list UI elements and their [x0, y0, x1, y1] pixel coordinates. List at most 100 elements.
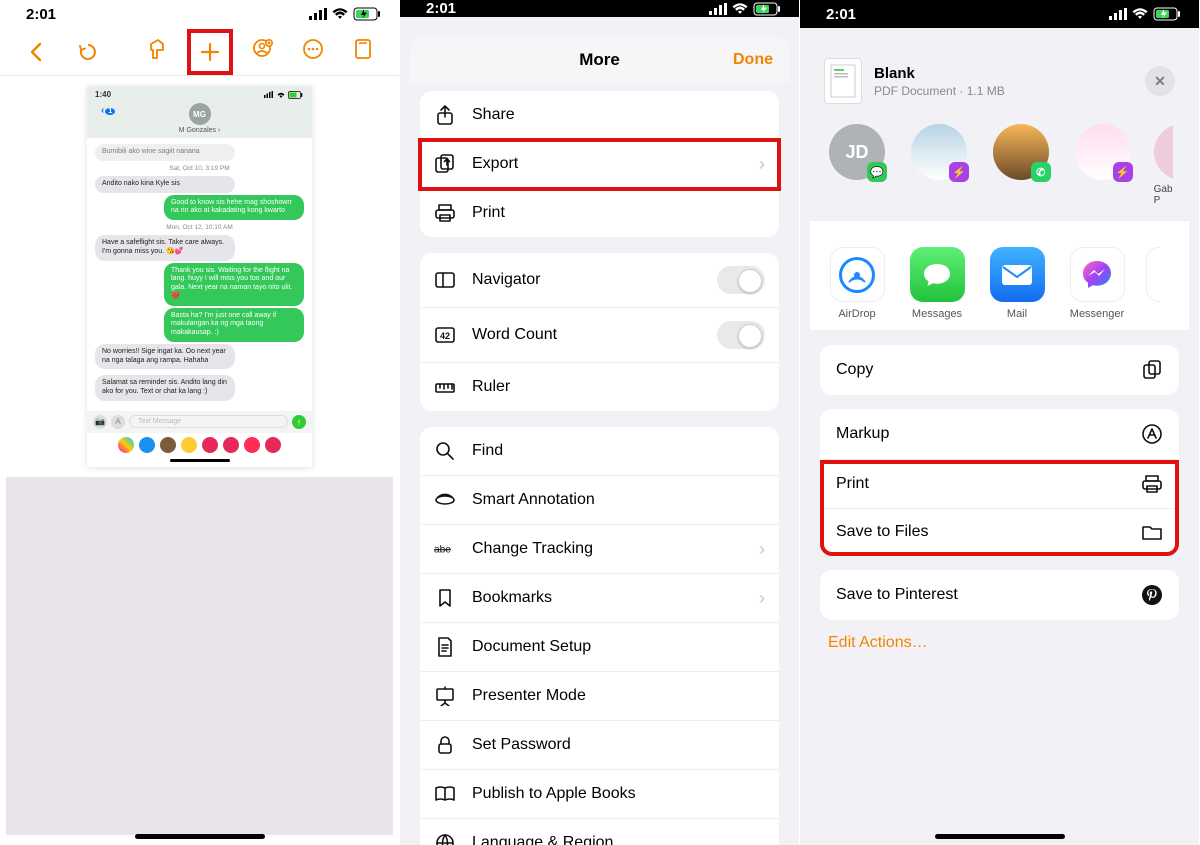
add-button[interactable] [189, 31, 231, 73]
action-files[interactable]: Save to Files [820, 509, 1179, 556]
signal-icon [1109, 8, 1127, 20]
action-pinterest[interactable]: Save to Pinterest [820, 570, 1179, 620]
menu-row-ruler[interactable]: Ruler [420, 363, 779, 411]
share-app-airdrop[interactable]: AirDrop [826, 247, 888, 320]
menu-row-doc-setup[interactable]: Document Setup [420, 623, 779, 672]
msg-bubble: Salamat sa reminder sis. Andito lang din… [95, 375, 235, 401]
menu-label: Export [472, 155, 518, 173]
share-contact-partial[interactable]: GabP [1154, 124, 1173, 206]
share-contact[interactable]: JD💬 [826, 124, 888, 206]
menu-label: Print [472, 204, 505, 222]
edit-actions-link[interactable]: Edit Actions… [810, 620, 1189, 666]
app-icon: ⋮ [1146, 247, 1160, 302]
status-time: 2:01 [826, 6, 856, 23]
wifi-icon [732, 3, 748, 15]
action-print[interactable]: Print [820, 460, 1179, 509]
menu-row-smart-annotation[interactable]: Smart Annotation [420, 476, 779, 525]
tray-icon [160, 437, 176, 453]
chevron-right-icon: › [759, 588, 765, 609]
inner-back-icon: ‹1 [101, 105, 115, 116]
tray-icon [265, 437, 281, 453]
action-markup[interactable]: Markup [820, 409, 1179, 460]
send-icon: ↑ [292, 415, 306, 429]
menu-row-wordcount[interactable]: 42 Word Count [420, 308, 779, 363]
status-time: 2:01 [426, 0, 456, 17]
globe-icon [434, 832, 456, 845]
menu-row-navigator[interactable]: Navigator [420, 253, 779, 308]
menu-label: Document Setup [472, 638, 591, 656]
home-indicator[interactable] [135, 834, 265, 839]
undo-button[interactable] [70, 34, 106, 70]
panel-button[interactable] [345, 31, 381, 67]
contact-avatar: ⚡ [911, 124, 967, 180]
more-button[interactable] [295, 31, 331, 67]
msg-input-bar: 📷 A Text Message ↑ [87, 411, 312, 433]
contact-avatar: JD💬 [829, 124, 885, 180]
contacts-row[interactable]: JD💬 ⚡ ✆ ⚡ GabP [810, 118, 1189, 220]
toggle[interactable] [717, 266, 765, 294]
close-button[interactable]: ✕ [1145, 66, 1175, 96]
status-bar: 2:01 [400, 0, 799, 17]
menu-label: Navigator [472, 271, 540, 289]
action-group-copy: Copy [820, 345, 1179, 395]
status-icons [309, 7, 381, 21]
menu-row-export[interactable]: Export › [420, 140, 779, 189]
canvas-empty-area[interactable] [6, 477, 393, 835]
menu-row-bookmarks[interactable]: Bookmarks› [420, 574, 779, 623]
copy-icon [1141, 359, 1163, 381]
tray-icon [202, 437, 218, 453]
menu-label: Find [472, 442, 503, 460]
doc-title: Blank [874, 65, 1005, 82]
action-copy[interactable]: Copy [820, 345, 1179, 395]
chevron-right-icon: › [759, 154, 765, 175]
share-contact[interactable]: ✆ [990, 124, 1052, 206]
menu-label: Share [472, 106, 515, 124]
apps-row[interactable]: AirDrop Messages Mail Messenger ⋮ [810, 220, 1189, 331]
menu-row-presenter[interactable]: Presenter Mode [420, 672, 779, 721]
doc-header: Blank PDF Document · 1.1 MB ✕ [810, 48, 1189, 118]
phone-3: 2:01 Blank PDF Document · 1.1 MB ✕ JD💬 ⚡ ✆… [800, 0, 1200, 845]
share-app-messenger[interactable]: Messenger [1066, 247, 1128, 320]
done-button[interactable]: Done [733, 51, 773, 69]
ruler-icon [434, 376, 456, 398]
menu-row-share[interactable]: Share [420, 91, 779, 140]
share-app-partial[interactable]: ⋮ [1146, 247, 1160, 320]
whatsapp-badge-icon: ✆ [1031, 162, 1051, 182]
contact-avatar: ⚡ [1075, 124, 1131, 180]
menu-row-print[interactable]: Print [420, 189, 779, 237]
pages-toolbar [0, 28, 399, 76]
toggle[interactable] [717, 321, 765, 349]
svg-text:abe: abe [434, 544, 451, 555]
messages-badge-icon: 💬 [867, 162, 887, 182]
share-app-mail[interactable]: Mail [986, 247, 1048, 320]
share-contact[interactable]: ⚡ [1072, 124, 1134, 206]
msg-bubble: Good to know sis hehe mag shoshowrr na r… [164, 195, 304, 221]
collaborate-button[interactable] [245, 31, 281, 67]
back-button[interactable] [18, 34, 54, 70]
msg-bubble: No worries!! Sige ingat ka. Oo next year… [95, 344, 235, 370]
menu-row-book[interactable]: Publish to Apple Books [420, 770, 779, 819]
tray-icon [223, 437, 239, 453]
menu-row-lock[interactable]: Set Password [420, 721, 779, 770]
app-label: Messenger [1066, 308, 1128, 320]
screenshot-object[interactable]: 1:40 ‹1 MG M Gonzales › Bumibili ako win… [87, 86, 312, 467]
share-contact[interactable]: ⚡ [908, 124, 970, 206]
menu-row-globe[interactable]: Language & Region [420, 819, 779, 845]
app-tray [87, 433, 312, 459]
smart-annotation-icon [434, 489, 456, 511]
messenger-icon [1070, 247, 1125, 302]
document-canvas[interactable]: 1:40 ‹1 MG M Gonzales › Bumibili ako win… [0, 76, 399, 845]
pinterest-icon [1141, 584, 1163, 606]
menu-row-change-tracking[interactable]: abe Change Tracking› [420, 525, 779, 574]
app-label: Mail [986, 308, 1048, 320]
home-indicator[interactable] [935, 834, 1065, 839]
menu-row-find[interactable]: Find [420, 427, 779, 476]
battery-icon [1153, 7, 1181, 21]
print-icon [434, 202, 456, 224]
brush-button[interactable] [139, 31, 175, 67]
msg-bubble: Basta ha? I'm just one call away if maku… [164, 308, 304, 342]
app-label: Messages [906, 308, 968, 320]
airdrop-icon [830, 247, 885, 302]
mail-icon [990, 247, 1045, 302]
share-app-messages[interactable]: Messages [906, 247, 968, 320]
